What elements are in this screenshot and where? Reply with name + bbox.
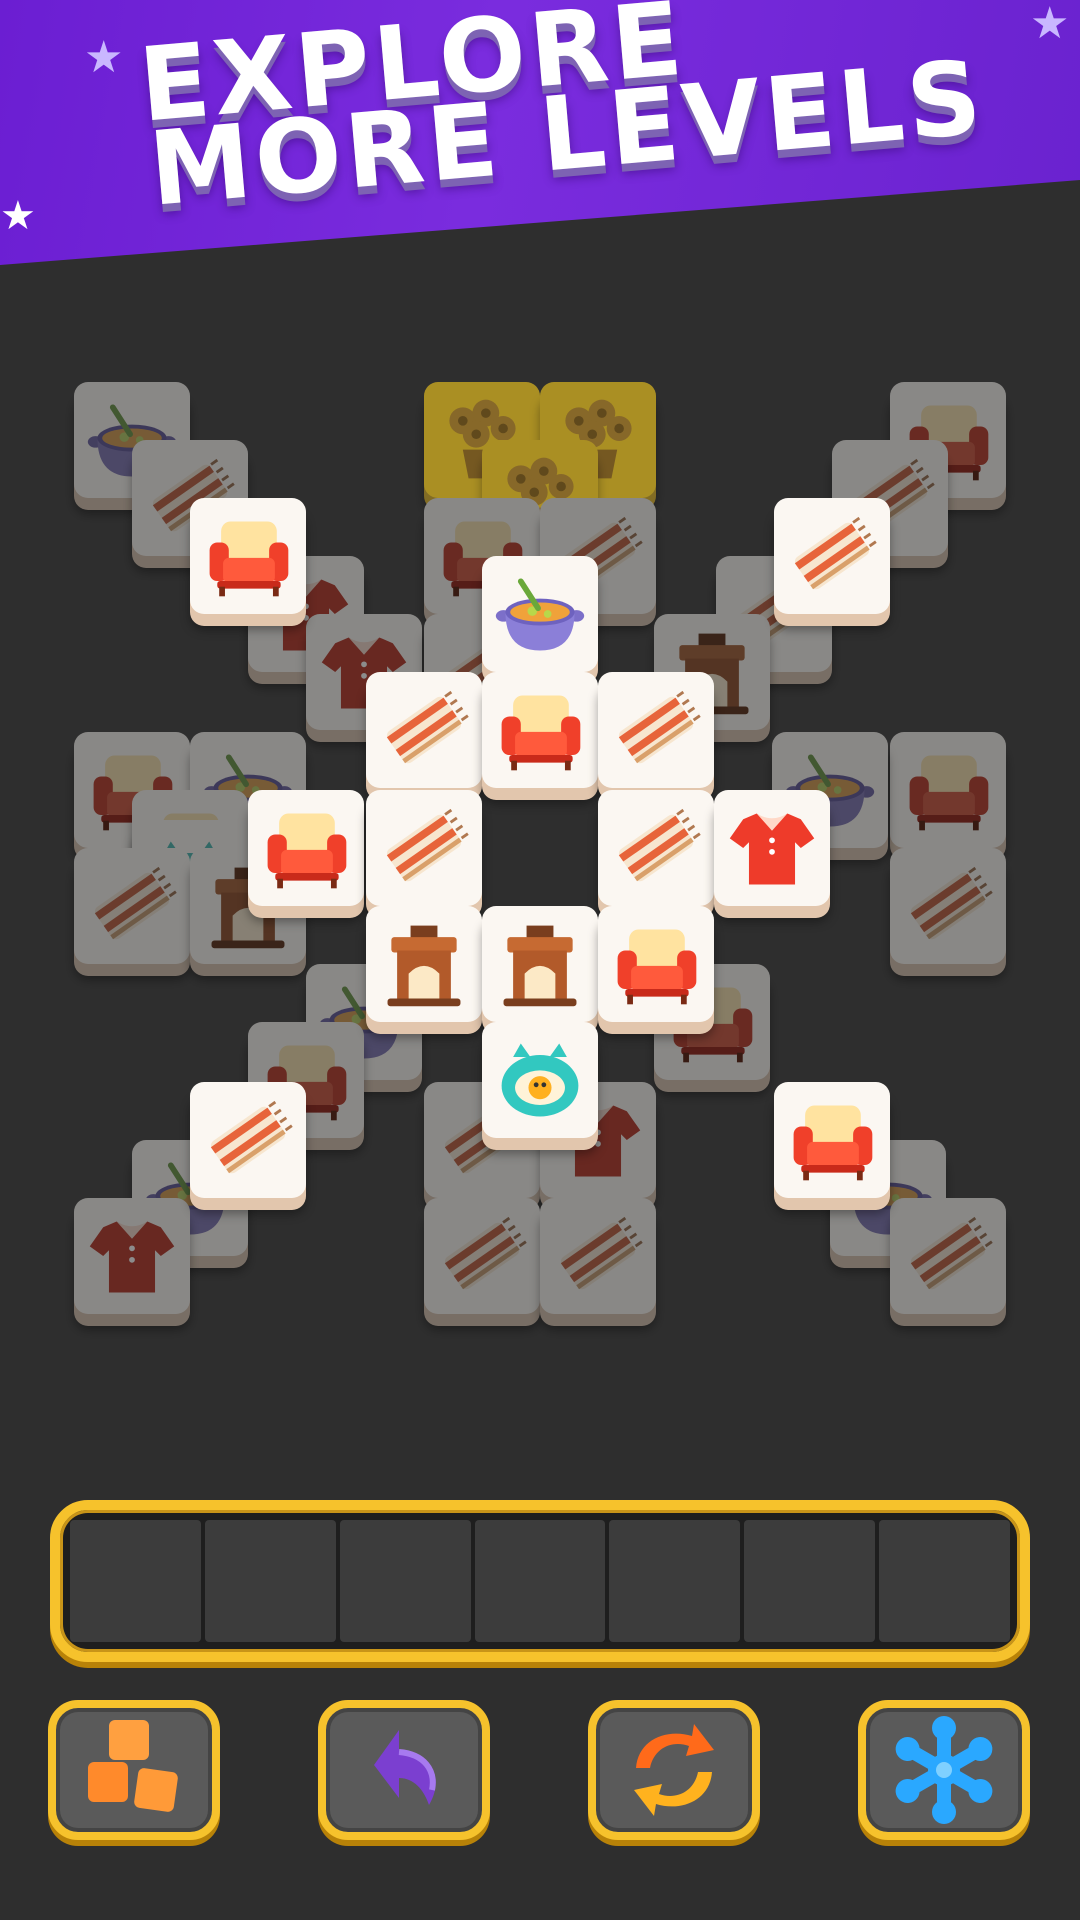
tile-rug[interactable]	[190, 1082, 306, 1210]
tray-slot	[204, 1520, 336, 1642]
tile-face	[774, 498, 890, 614]
tile-face	[598, 672, 714, 788]
tile-armchair[interactable]	[482, 672, 598, 800]
tile-face	[74, 1198, 190, 1314]
tile-face	[890, 732, 1006, 848]
tile-rug[interactable]	[774, 498, 890, 626]
armchair-icon	[501, 695, 581, 771]
tile-fireplace[interactable]	[366, 906, 482, 1034]
tray-slots	[70, 1520, 1011, 1642]
tile-face	[366, 790, 482, 906]
tray-slot	[879, 1520, 1011, 1642]
tile-face	[598, 906, 714, 1022]
rug-icon	[386, 690, 469, 764]
booster-blocks-button[interactable]	[48, 1700, 220, 1840]
tile-face	[482, 556, 598, 672]
fireplace-icon	[387, 925, 461, 1007]
armchair-icon	[909, 755, 989, 831]
tray-slot	[339, 1520, 471, 1642]
tile-face	[424, 1198, 540, 1314]
tile-face	[890, 848, 1006, 964]
shirt-icon	[89, 1221, 175, 1293]
tile-face	[540, 1198, 656, 1314]
tile-shirt	[74, 1198, 190, 1326]
tray-slot	[474, 1520, 606, 1642]
tile-face	[598, 790, 714, 906]
tile-face	[482, 1022, 598, 1138]
tile-shirt[interactable]	[714, 790, 830, 918]
tile-face	[366, 906, 482, 1022]
booster-undo-button[interactable]	[318, 1700, 490, 1840]
tile-rug	[74, 848, 190, 976]
rug-icon	[910, 866, 993, 940]
rug-icon	[444, 1216, 527, 1290]
tile-soup-pot[interactable]	[482, 556, 598, 684]
booster-shuffle-button[interactable]	[588, 1700, 760, 1840]
pet-bed-icon	[501, 1043, 579, 1117]
snowflake-icon	[891, 1716, 997, 1824]
tile-slot-tray	[50, 1500, 1030, 1662]
booster-freeze-button[interactable]	[858, 1700, 1030, 1840]
tile-rug[interactable]	[598, 672, 714, 800]
tile-face	[190, 498, 306, 614]
tray-slot	[609, 1520, 741, 1642]
rug-icon	[618, 690, 701, 764]
soup-pot-icon	[495, 578, 585, 651]
tile-face	[190, 1082, 306, 1198]
tile-rug	[890, 848, 1006, 976]
tile-face	[714, 790, 830, 906]
tray-slot	[744, 1520, 876, 1642]
tile-armchair[interactable]	[598, 906, 714, 1034]
tile-board	[0, 0, 1080, 1400]
tile-armchair[interactable]	[248, 790, 364, 918]
armchair-icon	[617, 929, 697, 1005]
tile-armchair[interactable]	[190, 498, 306, 626]
tile-armchair	[890, 732, 1006, 860]
tile-face	[774, 1082, 890, 1198]
tray-slot	[70, 1520, 201, 1642]
blocks-icon	[88, 1720, 178, 1812]
rug-icon	[794, 516, 877, 590]
tile-rug[interactable]	[598, 790, 714, 918]
shirt-icon	[729, 813, 815, 885]
tile-armchair[interactable]	[774, 1082, 890, 1210]
tile-face	[482, 672, 598, 788]
tile-rug[interactable]	[366, 672, 482, 800]
tile-face	[890, 1198, 1006, 1314]
undo-arrow-icon	[374, 1730, 436, 1805]
rug-icon	[910, 1216, 993, 1290]
armchair-icon	[209, 521, 289, 597]
tile-face	[366, 672, 482, 788]
tile-rug	[890, 1198, 1006, 1326]
tile-rug[interactable]	[366, 790, 482, 918]
fireplace-icon	[503, 925, 577, 1007]
tile-face	[248, 790, 364, 906]
rug-icon	[94, 866, 177, 940]
armchair-icon	[267, 813, 347, 889]
tile-face	[74, 848, 190, 964]
tile-pet-bed[interactable]	[482, 1022, 598, 1150]
tile-rug	[540, 1198, 656, 1326]
rug-icon	[210, 1100, 293, 1174]
rug-icon	[560, 1216, 643, 1290]
rug-icon	[618, 808, 701, 882]
tile-face	[482, 906, 598, 1022]
armchair-icon	[793, 1105, 873, 1181]
shuffle-icon	[634, 1724, 714, 1816]
tile-rug	[424, 1198, 540, 1326]
tile-fireplace[interactable]	[482, 906, 598, 1034]
rug-icon	[386, 808, 469, 882]
